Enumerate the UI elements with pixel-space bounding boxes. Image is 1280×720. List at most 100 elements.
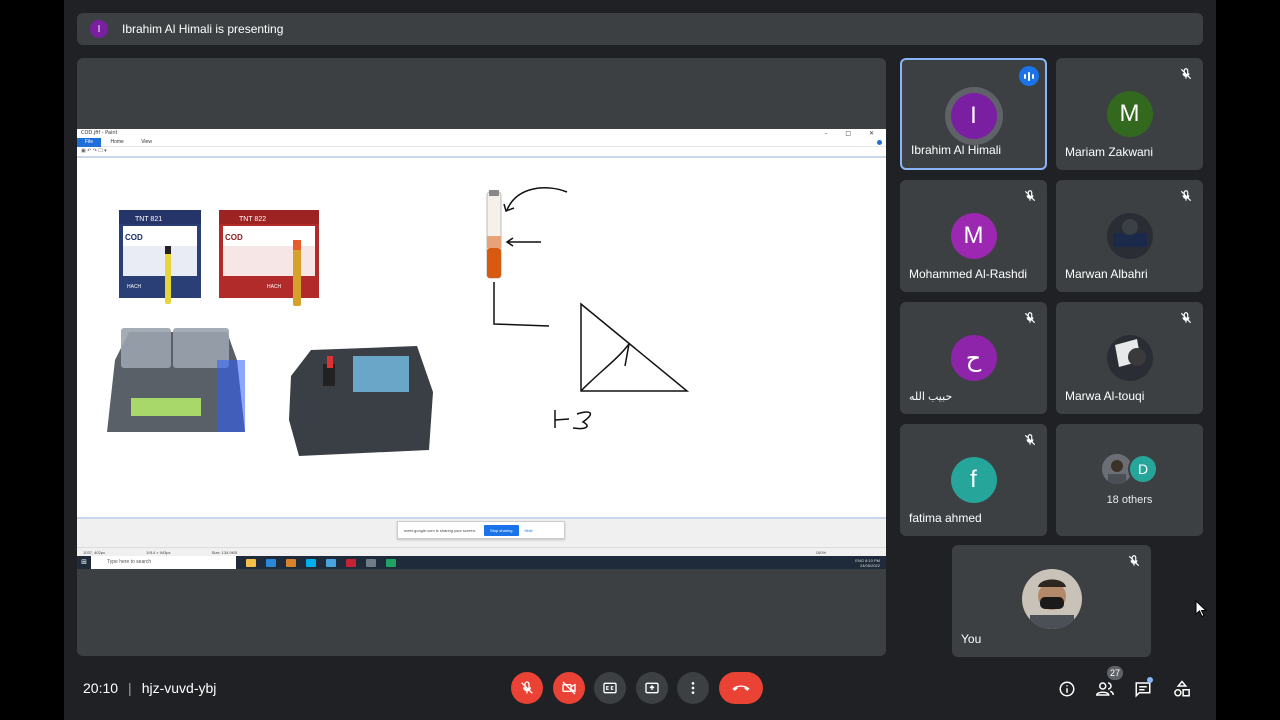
bottom-toolbar: 20:10 | hjz-vuvd-ybj 27 bbox=[64, 664, 1216, 720]
self-tile[interactable]: You bbox=[952, 545, 1151, 657]
paint-canvas: TNT 821 COD HACH TNT 822 COD HACH 45 bbox=[77, 160, 886, 517]
tray-date: 24/05/2022 bbox=[859, 562, 880, 568]
cod-box-2-brand: HACH bbox=[267, 284, 282, 290]
cod-box-2-code: COD bbox=[225, 233, 243, 242]
paint-titlebar: COD.jfif - Paint – □ ✕ bbox=[77, 129, 886, 138]
meeting-meta: 20:10 | hjz-vuvd-ybj bbox=[83, 680, 216, 696]
test-tube bbox=[486, 190, 502, 279]
file-explorer-icon bbox=[246, 558, 256, 567]
present-button[interactable] bbox=[636, 672, 668, 704]
app-icon bbox=[346, 558, 356, 567]
more-options-icon bbox=[691, 682, 695, 694]
meeting-details-button[interactable] bbox=[1056, 678, 1078, 700]
windows-start-icon: ⊞ bbox=[81, 559, 87, 566]
participant-name: Marwa Al-touqi bbox=[1065, 389, 1145, 403]
ribbon-tab-home: Home bbox=[110, 139, 124, 145]
end-call-icon bbox=[732, 685, 750, 691]
closed-captions-icon bbox=[603, 682, 617, 694]
taskbar-search: Type here to search bbox=[91, 556, 236, 569]
self-name: You bbox=[961, 632, 982, 646]
image-dimensions: 1914 × 943px bbox=[146, 550, 171, 555]
others-count: 18 others bbox=[1106, 494, 1153, 506]
mic-off-icon bbox=[1024, 190, 1036, 202]
annotation-strokes bbox=[493, 187, 690, 430]
cod-box-2-label: TNT 822 bbox=[239, 216, 266, 223]
presentation-stage[interactable]: COD.jfif - Paint – □ ✕ File Home View ▣ … bbox=[77, 58, 886, 656]
camera-off-icon bbox=[562, 681, 576, 695]
presenter-avatar: I bbox=[90, 20, 108, 38]
participant-avatar: I bbox=[950, 93, 997, 139]
mic-off-icon bbox=[1180, 68, 1192, 80]
activities-button[interactable] bbox=[1171, 678, 1193, 700]
participant-tile[interactable]: Marwan Albahri bbox=[1056, 180, 1203, 292]
participant-name: Ibrahim Al Himali bbox=[911, 143, 1002, 157]
participant-avatar: ح bbox=[950, 335, 997, 381]
paint-statusbar: 1037, 402px 1914 × 943px Size: 134.9KB 1… bbox=[77, 547, 886, 556]
others-avatars: D bbox=[1102, 454, 1162, 484]
others-tile[interactable]: D 18 others bbox=[1056, 424, 1203, 536]
system-tray: ENG 8:10 PM 24/05/2022 bbox=[855, 558, 886, 568]
windows-taskbar: ⊞ Type here to search ENG 8:10 PM 24/05/… bbox=[77, 556, 886, 569]
meeting-time: 20:10 bbox=[83, 680, 119, 696]
paint-window-title: COD.jfif - Paint bbox=[81, 130, 118, 136]
info-icon bbox=[1059, 681, 1075, 697]
cod-box-2: TNT 822 COD HACH bbox=[219, 210, 319, 306]
cod-reactor bbox=[107, 328, 245, 432]
presenting-text: Ibrahim Al Himali is presenting bbox=[122, 22, 284, 36]
mic-off-icon bbox=[1180, 312, 1192, 324]
other-participant-avatar: D bbox=[1128, 454, 1158, 484]
leave-call-button[interactable] bbox=[719, 672, 763, 704]
participant-name: Mohammed Al-Rashdi bbox=[909, 267, 1028, 281]
self-photo bbox=[1021, 569, 1082, 629]
quick-access-toolbar: ▣ ↶ ↷ ☐ ▾ bbox=[77, 148, 886, 158]
cursor-position: 1037, 402px bbox=[83, 550, 106, 555]
canvas-drawing: TNT 821 COD HACH TNT 822 COD HACH 45 bbox=[107, 187, 690, 456]
camera-toggle-button[interactable] bbox=[553, 672, 585, 704]
mic-off-icon bbox=[521, 681, 533, 694]
cod-box-1-code: COD bbox=[125, 233, 143, 242]
mic-off-icon bbox=[1180, 190, 1192, 202]
chrome-icon bbox=[386, 558, 396, 567]
mic-off-icon bbox=[1128, 555, 1140, 567]
present-screen-icon bbox=[645, 682, 659, 694]
people-count-badge: 27 bbox=[1107, 666, 1123, 680]
participant-name: Mariam Zakwani bbox=[1065, 145, 1154, 159]
mic-off-icon bbox=[1024, 434, 1036, 446]
participant-tile[interactable]: ح حبيب الله bbox=[900, 302, 1047, 414]
speaking-indicator-icon bbox=[1019, 66, 1039, 86]
participant-tile[interactable]: f fatima ahmed bbox=[900, 424, 1047, 536]
photos-icon bbox=[326, 558, 336, 567]
hide-link: Hide bbox=[524, 527, 533, 533]
cod-box-1: TNT 821 COD HACH bbox=[119, 210, 201, 304]
presenting-banner: I Ibrahim Al Himali is presenting bbox=[77, 13, 1203, 45]
participant-tile[interactable]: M Mohammed Al-Rashdi bbox=[900, 180, 1047, 292]
ribbon-tab-file: File bbox=[77, 138, 102, 147]
participant-tile[interactable]: M Mariam Zakwani bbox=[1056, 58, 1203, 170]
more-options-button[interactable] bbox=[677, 672, 709, 704]
meta-separator: | bbox=[128, 680, 132, 696]
ribbon-tab-view: View bbox=[141, 139, 152, 145]
handwriting-45: 45 bbox=[555, 421, 557, 423]
edge-icon bbox=[266, 558, 276, 567]
cod-box-1-label: TNT 821 bbox=[135, 216, 162, 223]
people-button[interactable] bbox=[1094, 678, 1116, 700]
participant-tile[interactable]: Marwa Al-touqi bbox=[1056, 302, 1203, 414]
paint-ribbon: File Home View bbox=[77, 138, 886, 147]
outlook-icon bbox=[286, 558, 296, 567]
participant-avatar: f bbox=[950, 457, 997, 503]
participant-tile[interactable]: I Ibrahim Al Himali bbox=[900, 58, 1047, 170]
people-icon bbox=[1095, 682, 1114, 696]
captions-button[interactable] bbox=[594, 672, 626, 704]
mic-toggle-button[interactable] bbox=[511, 672, 543, 704]
participant-photo bbox=[1106, 213, 1153, 259]
window-controls: – □ ✕ bbox=[824, 130, 882, 137]
participant-name: fatima ahmed bbox=[909, 511, 982, 525]
participant-name: Marwan Albahri bbox=[1065, 267, 1148, 281]
sharing-notice-bar: meet.google.com is sharing your screen. … bbox=[397, 521, 565, 539]
mouse-cursor-icon bbox=[1195, 600, 1207, 618]
meeting-code: hjz-vuvd-ybj bbox=[141, 680, 217, 696]
activities-icon bbox=[1174, 680, 1190, 697]
participant-name: حبيب الله bbox=[909, 391, 953, 403]
participant-photo bbox=[1106, 335, 1153, 381]
meet-window: I Ibrahim Al Himali is presenting COD.jf… bbox=[64, 0, 1216, 720]
